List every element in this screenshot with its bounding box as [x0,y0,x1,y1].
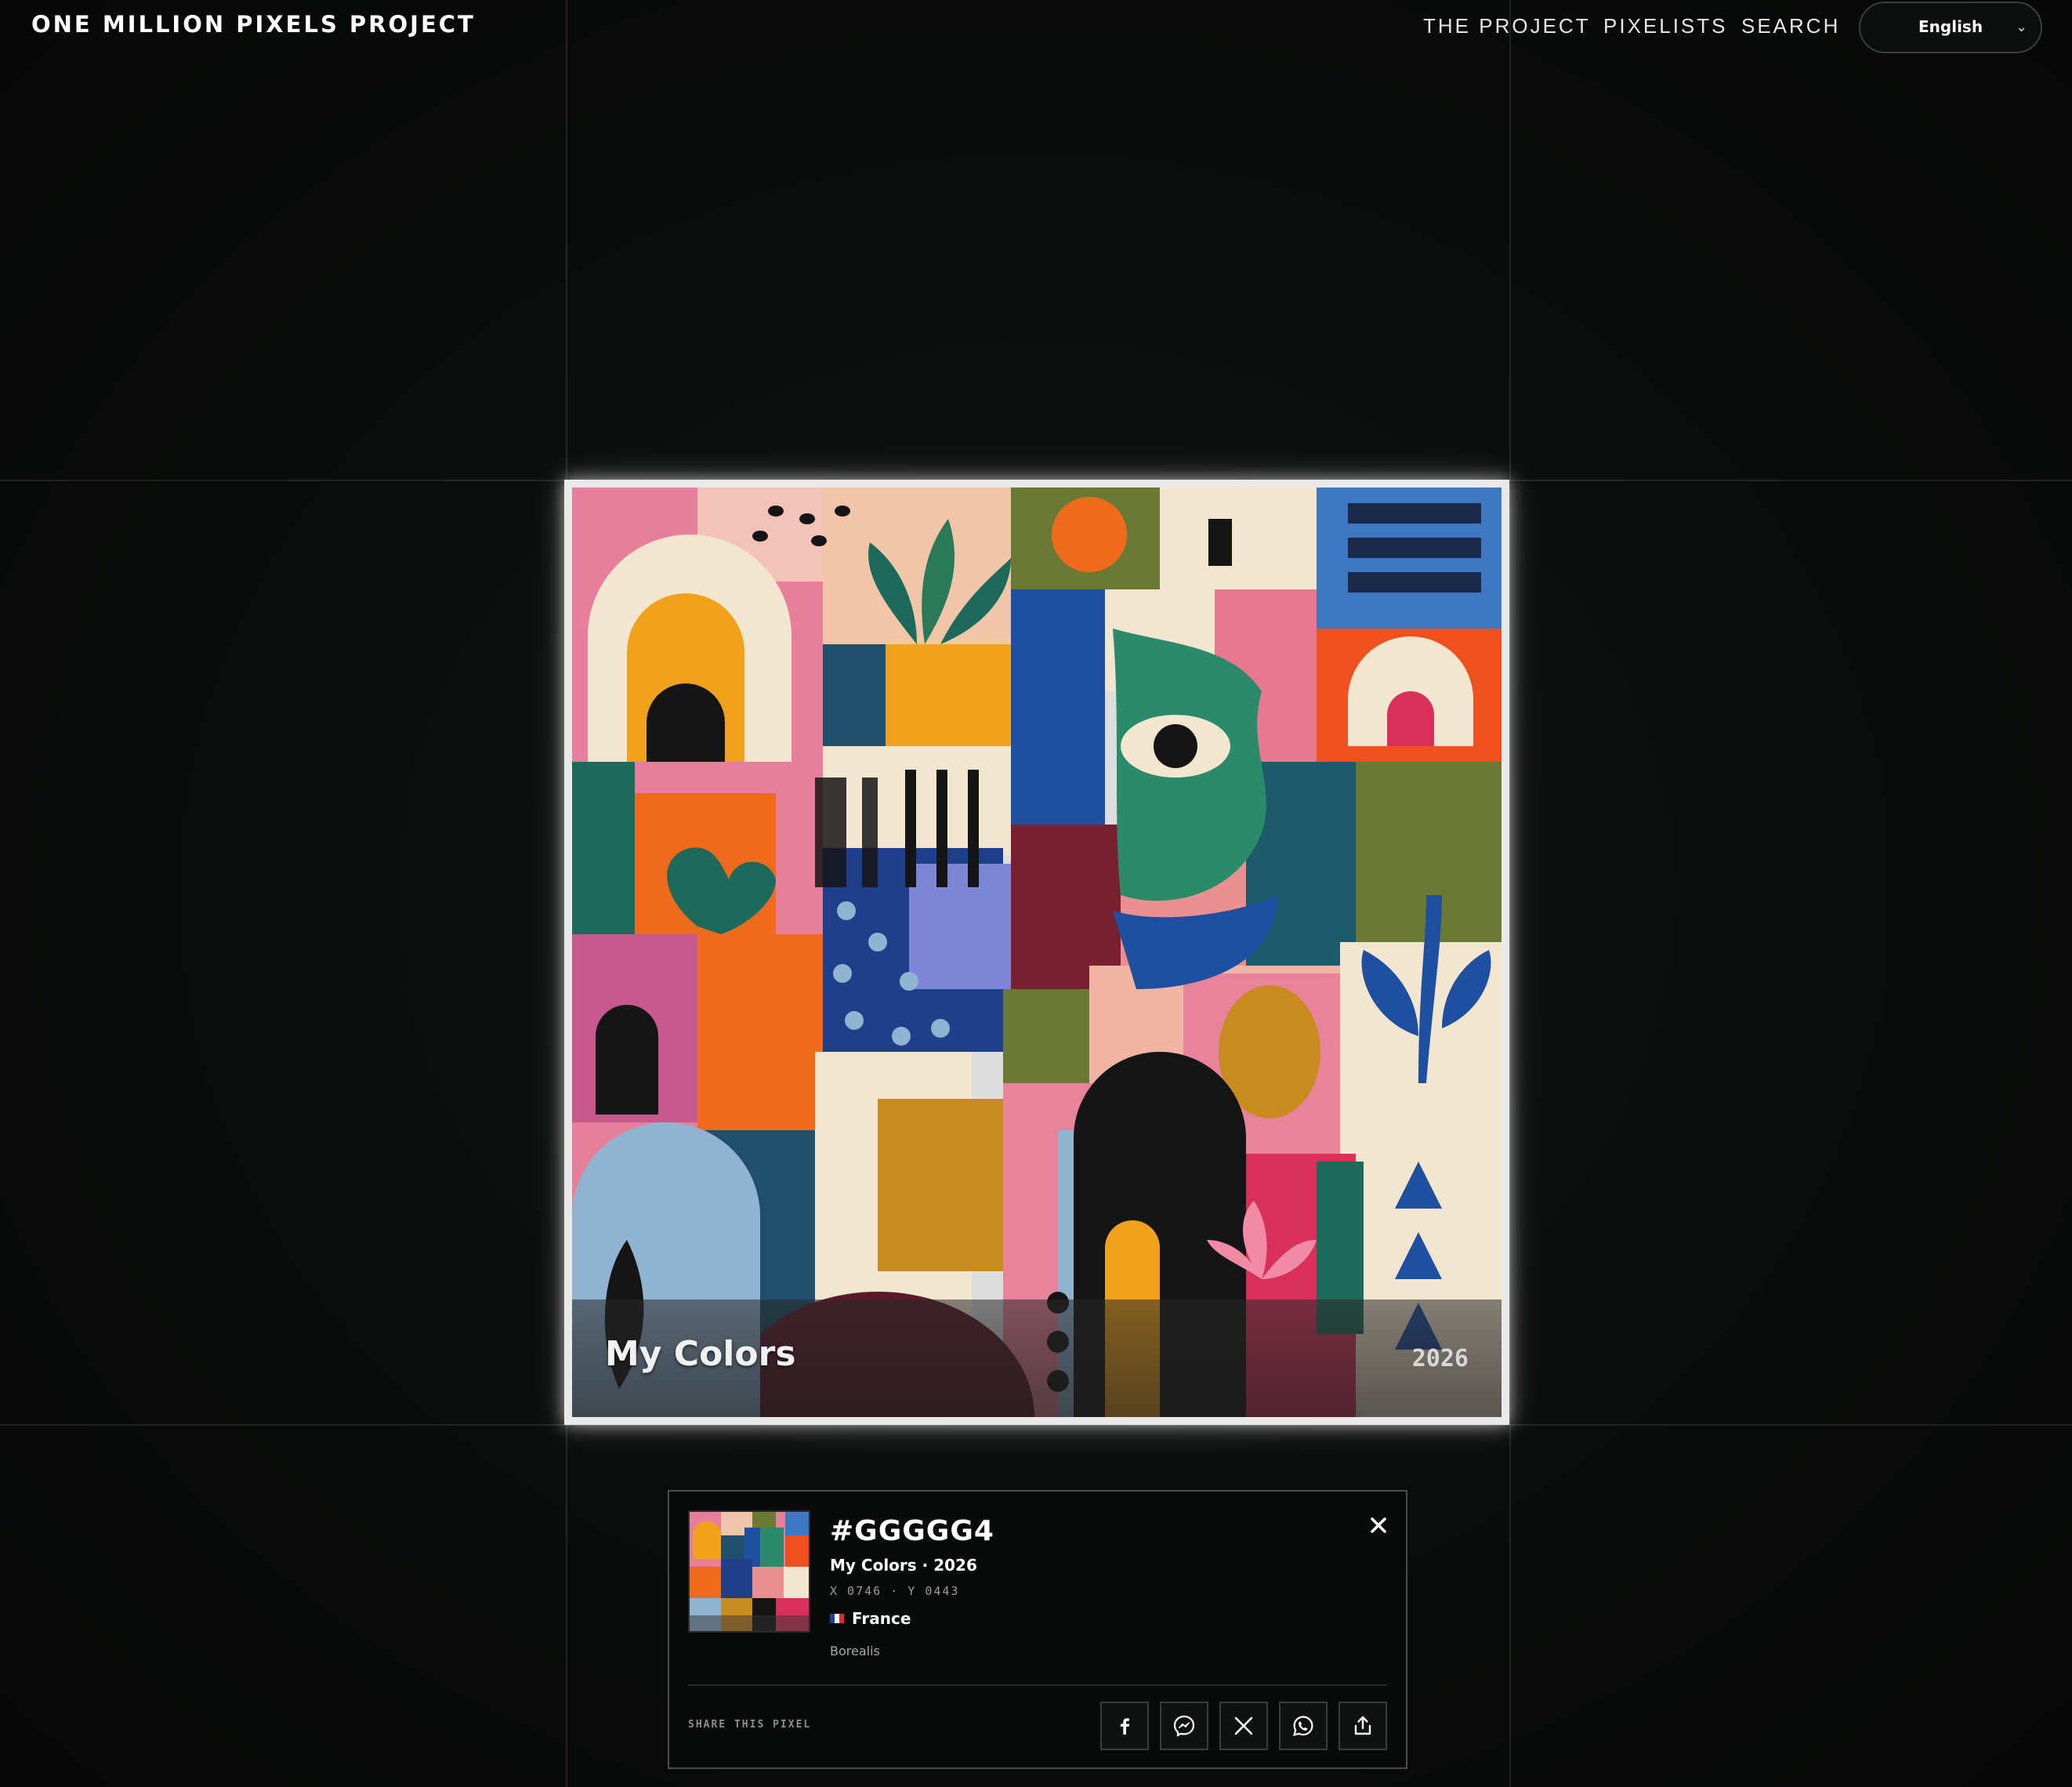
pixel-title-year: My Colors · 2026 [830,1556,977,1575]
brand-logo[interactable]: ONE MILLION PIXELS PROJECT [31,11,476,38]
language-select[interactable]: English ⌄ [1859,2,2042,53]
pixel-country-label: France [852,1609,911,1628]
chevron-down-icon: ⌄ [2016,19,2028,35]
close-icon[interactable] [1367,1513,1390,1537]
artwork-title: My Colors [605,1334,796,1374]
grid-line [1509,0,1511,1787]
top-bar: ONE MILLION PIXELS PROJECT THE PROJECT P… [0,0,2072,56]
artwork-image [572,488,1501,1417]
pixel-hex-code: #GGGGG4 [830,1515,994,1547]
facebook-icon [1121,1718,1129,1734]
share-label: SHARE THIS PIXEL [688,1719,812,1731]
pixel-country: France [830,1609,911,1628]
france-flag-icon [830,1614,844,1623]
share-whatsapp-button[interactable] [1279,1702,1328,1750]
share-native-button[interactable] [1338,1702,1387,1750]
share-x-button[interactable] [1219,1702,1268,1750]
share-messenger-button[interactable] [1160,1702,1208,1750]
share-upload-icon [1354,1716,1371,1735]
featured-artwork[interactable]: My Colors 2026 [564,480,1509,1425]
language-selected-label: English [1918,17,1983,36]
thumbnail-image [690,1512,809,1631]
whatsapp-icon [1293,1716,1313,1737]
x-twitter-icon [1234,1716,1253,1735]
pixel-collection: Borealis [830,1644,880,1658]
nav-the-project[interactable]: THE PROJECT [1423,14,1591,38]
card-divider [688,1684,1387,1686]
pixel-thumbnail [688,1510,810,1633]
pixel-coordinates: X 0746 · Y 0443 [830,1584,960,1598]
share-facebook-button[interactable] [1100,1702,1149,1750]
nav-pixelists[interactable]: PIXELISTS [1603,14,1728,38]
artwork-caption: My Colors 2026 [572,1299,1501,1417]
pixel-info-card: #GGGGG4 My Colors · 2026 X 0746 · Y 0443… [668,1490,1407,1769]
nav-search[interactable]: SEARCH [1741,14,1840,38]
messenger-icon [1173,1715,1195,1737]
artwork-year: 2026 [1411,1345,1469,1372]
